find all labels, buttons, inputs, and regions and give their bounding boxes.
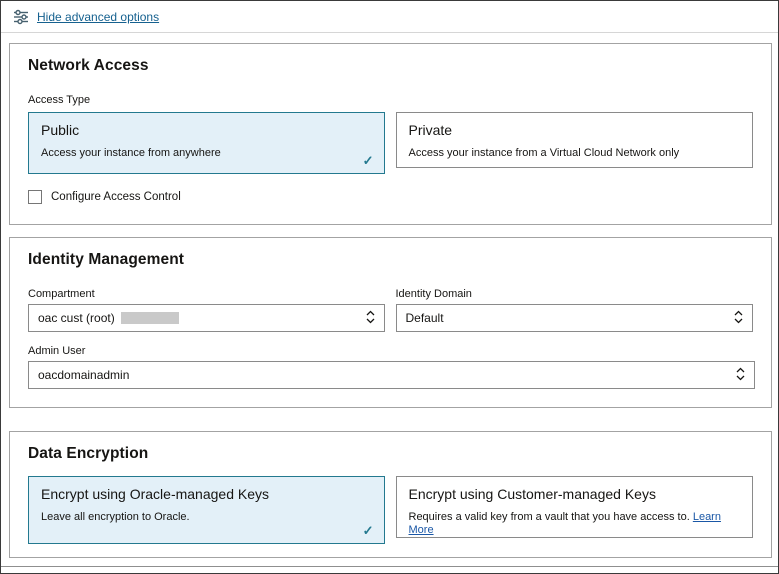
access-type-private-tile[interactable]: Private Access your instance from a Virt… bbox=[396, 112, 754, 168]
identity-domain-select[interactable]: Default bbox=[396, 304, 754, 332]
identity-domain-label: Identity Domain bbox=[396, 288, 754, 300]
data-encryption-title: Data Encryption bbox=[28, 445, 753, 463]
tile-title: Encrypt using Customer-managed Keys bbox=[409, 486, 741, 502]
select-chevrons-icon bbox=[736, 367, 745, 384]
tile-title: Private bbox=[409, 122, 741, 138]
tile-description: Access your instance from anywhere bbox=[41, 147, 372, 160]
tile-description: Access your instance from a Virtual Clou… bbox=[409, 147, 741, 160]
tile-title: Public bbox=[41, 122, 372, 138]
access-type-public-tile[interactable]: Public Access your instance from anywher… bbox=[28, 112, 385, 174]
compartment-value-wrap: oac cust (root) bbox=[38, 311, 179, 325]
network-access-title: Network Access bbox=[28, 57, 753, 75]
admin-user-value-wrap: oacdomainadmin bbox=[38, 368, 129, 382]
hide-advanced-options-link[interactable]: Hide advanced options bbox=[37, 10, 159, 24]
admin-user-label: Admin User bbox=[28, 345, 753, 357]
admin-user-value: oacdomainadmin bbox=[38, 368, 129, 382]
encryption-oracle-managed-tile[interactable]: Encrypt using Oracle-managed Keys Leave … bbox=[28, 476, 385, 544]
identity-management-section: Identity Management Compartment Identity… bbox=[9, 237, 772, 408]
encryption-tile-row: Encrypt using Oracle-managed Keys Leave … bbox=[28, 476, 753, 544]
identity-selects-row: oac cust (root) Default bbox=[28, 304, 753, 332]
configure-access-control-checkbox[interactable] bbox=[28, 190, 42, 204]
access-type-tile-row: Public Access your instance from anywher… bbox=[28, 112, 753, 174]
top-divider bbox=[1, 32, 779, 33]
tile-title: Encrypt using Oracle-managed Keys bbox=[41, 486, 372, 502]
advanced-options-panel: Hide advanced options Network Access Acc… bbox=[0, 0, 779, 574]
identity-domain-value: Default bbox=[406, 311, 444, 325]
tile-description: Requires a valid key from a vault that y… bbox=[409, 511, 741, 537]
topbar: Hide advanced options bbox=[13, 8, 159, 26]
access-type-label: Access Type bbox=[28, 94, 753, 106]
selected-check-icon: ✓ bbox=[363, 153, 374, 169]
admin-user-select[interactable]: oacdomainadmin bbox=[28, 361, 755, 389]
compartment-label: Compartment bbox=[28, 288, 385, 300]
identity-domain-value-wrap: Default bbox=[406, 311, 444, 325]
identity-labels-row: Compartment Identity Domain bbox=[28, 288, 753, 300]
configure-access-control-row: Configure Access Control bbox=[28, 190, 753, 204]
tile-description-text: Requires a valid key from a vault that y… bbox=[409, 511, 690, 523]
select-chevrons-icon bbox=[734, 310, 743, 327]
selected-check-icon: ✓ bbox=[363, 523, 374, 539]
sliders-icon bbox=[13, 9, 29, 25]
network-access-section: Network Access Access Type Public Access… bbox=[9, 43, 772, 225]
compartment-value: oac cust (root) bbox=[38, 311, 115, 325]
bottom-divider bbox=[1, 566, 779, 567]
configure-access-control-label: Configure Access Control bbox=[51, 191, 181, 203]
data-encryption-section: Data Encryption Encrypt using Oracle-man… bbox=[9, 431, 772, 558]
tile-description: Leave all encryption to Oracle. bbox=[41, 511, 372, 524]
select-chevrons-icon bbox=[366, 310, 375, 327]
identity-management-title: Identity Management bbox=[28, 251, 753, 269]
compartment-select[interactable]: oac cust (root) bbox=[28, 304, 385, 332]
encryption-customer-managed-tile[interactable]: Encrypt using Customer-managed Keys Requ… bbox=[396, 476, 754, 538]
redacted-text-block bbox=[121, 312, 179, 324]
